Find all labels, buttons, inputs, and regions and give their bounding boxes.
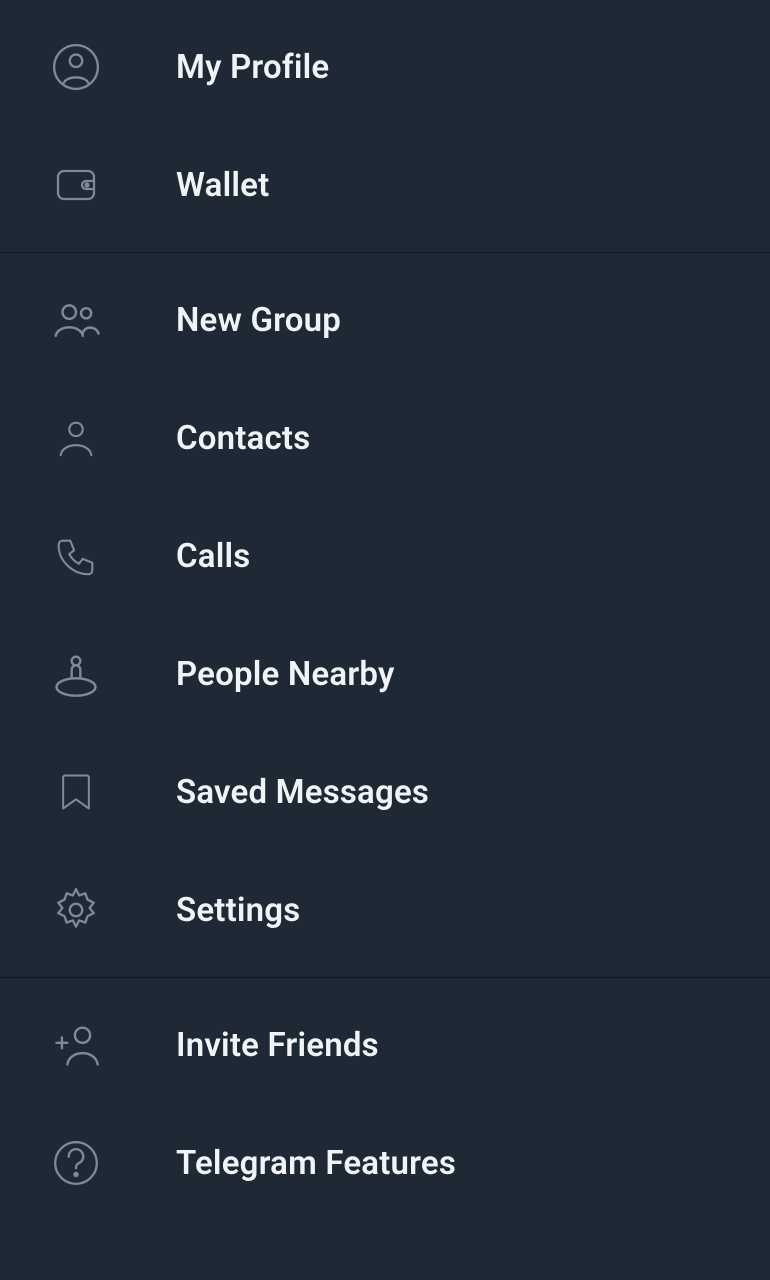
menu-item-label: Calls	[176, 537, 250, 576]
menu-item-people-nearby[interactable]: People Nearby	[0, 615, 770, 733]
wallet-icon	[48, 157, 104, 213]
help-icon	[48, 1135, 104, 1191]
menu-item-contacts[interactable]: Contacts	[0, 379, 770, 497]
menu-item-saved-messages[interactable]: Saved Messages	[0, 733, 770, 851]
menu-section-1: My Profile Wallet	[0, 0, 770, 252]
menu-item-calls[interactable]: Calls	[0, 497, 770, 615]
menu-item-label: My Profile	[176, 48, 329, 87]
gear-icon	[48, 882, 104, 938]
people-nearby-icon	[48, 646, 104, 702]
menu-item-label: Invite Friends	[176, 1026, 379, 1065]
menu-item-telegram-features[interactable]: Telegram Features	[0, 1104, 770, 1222]
menu-item-label: People Nearby	[176, 655, 395, 694]
group-icon	[48, 292, 104, 348]
menu-item-wallet[interactable]: Wallet	[0, 126, 770, 244]
phone-icon	[48, 528, 104, 584]
menu-item-new-group[interactable]: New Group	[0, 261, 770, 379]
menu-item-label: Wallet	[176, 166, 269, 205]
menu-item-my-profile[interactable]: My Profile	[0, 8, 770, 126]
menu-item-label: Contacts	[176, 419, 310, 458]
menu-section-3: Invite Friends Telegram Features	[0, 978, 770, 1230]
menu-item-invite-friends[interactable]: Invite Friends	[0, 986, 770, 1104]
menu-item-label: Saved Messages	[176, 773, 429, 812]
invite-icon	[48, 1017, 104, 1073]
menu-item-label: Settings	[176, 891, 300, 930]
person-icon	[48, 410, 104, 466]
bookmark-icon	[48, 764, 104, 820]
menu-item-settings[interactable]: Settings	[0, 851, 770, 969]
menu-section-2: New Group Contacts Calls People Nearby	[0, 253, 770, 977]
menu-item-label: Telegram Features	[176, 1144, 456, 1183]
profile-icon	[48, 39, 104, 95]
menu-item-label: New Group	[176, 301, 341, 340]
